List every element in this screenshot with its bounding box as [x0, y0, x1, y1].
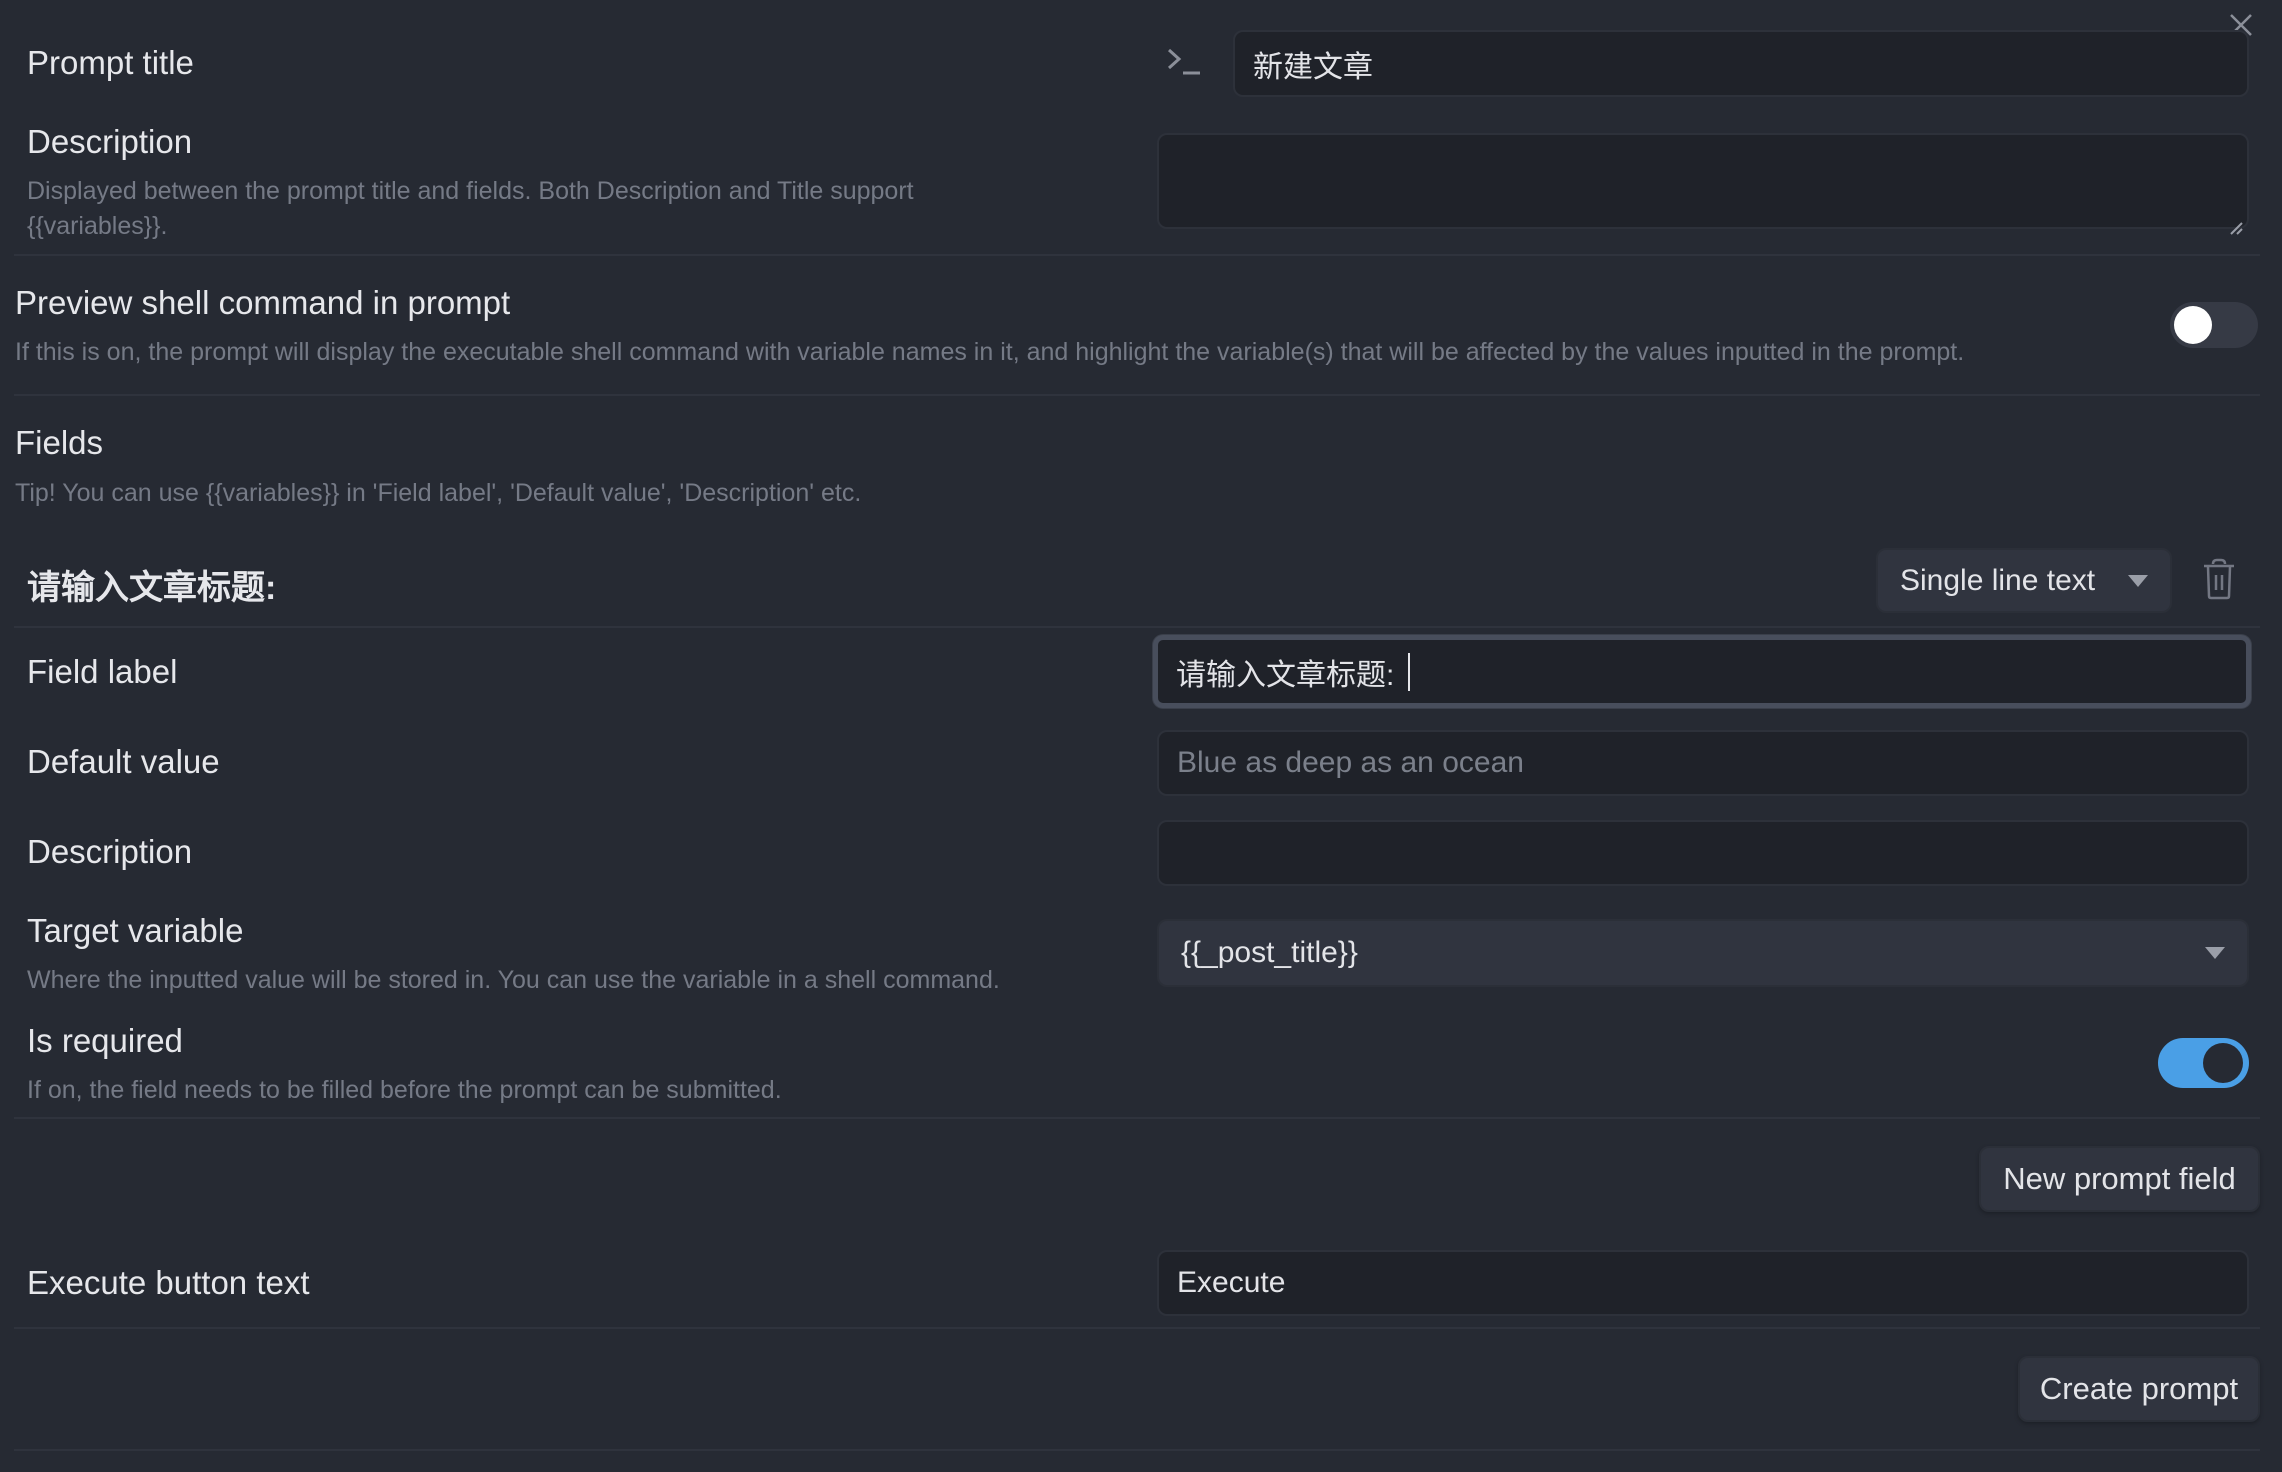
execute-button-text-input[interactable]: Execute: [1157, 1250, 2249, 1316]
default-value-input[interactable]: Blue as deep as an ocean: [1157, 730, 2249, 796]
fields-tip: Tip! You can use {{variables}} in 'Field…: [15, 479, 862, 507]
chevron-down-icon: [2128, 574, 2148, 587]
is-required-toggle[interactable]: [2158, 1038, 2249, 1088]
target-variable-help: Where the inputted value will be stored …: [27, 966, 1000, 994]
separator: [14, 626, 2260, 628]
prompt-title-value: 新建文章: [1253, 50, 1373, 84]
preview-shell-help: If this is on, the prompt will display t…: [15, 338, 1965, 366]
preview-shell-label: Preview shell command in prompt: [15, 284, 511, 321]
target-variable-value: {{_post_title}}: [1181, 936, 1358, 969]
separator: [14, 1449, 2260, 1451]
trash-icon[interactable]: [2202, 558, 2236, 600]
execute-button-text-label: Execute button text: [27, 1264, 310, 1301]
field-label-value: 请输入文章标题:: [1176, 658, 1395, 692]
field-heading: 请输入文章标题:: [27, 569, 277, 607]
chevron-down-icon: [2205, 947, 2225, 959]
field-type-select[interactable]: Single line text: [1876, 548, 2172, 613]
default-value-label: Default value: [27, 743, 220, 780]
separator: [14, 254, 2260, 256]
resize-handle-icon[interactable]: [2229, 209, 2243, 235]
field-description-input[interactable]: [1157, 820, 2249, 886]
prompt-title-label: Prompt title: [27, 44, 194, 81]
target-variable-select[interactable]: {{_post_title}}: [1157, 919, 2249, 987]
execute-button-text-value: Execute: [1177, 1266, 1286, 1299]
target-variable-label: Target variable: [27, 912, 244, 949]
separator: [14, 1117, 2260, 1119]
new-prompt-field-button[interactable]: New prompt field: [1979, 1146, 2260, 1212]
terminal-icon: [1166, 46, 1202, 78]
default-value-placeholder: Blue as deep as an ocean: [1177, 746, 1524, 779]
toggle-knob: [2203, 1043, 2243, 1083]
field-label-label: Field label: [27, 653, 178, 690]
description-textarea[interactable]: [1157, 133, 2249, 235]
separator: [14, 394, 2260, 396]
prompt-title-input[interactable]: 新建文章: [1233, 30, 2249, 97]
preview-shell-toggle[interactable]: [2170, 302, 2258, 348]
field-label-input[interactable]: 请输入文章标题:: [1153, 635, 2251, 708]
description-help: Displayed between the prompt title and f…: [27, 177, 914, 240]
text-cursor: [1408, 652, 1411, 691]
field-description-label: Description: [27, 833, 193, 870]
field-type-value: Single line text: [1900, 563, 2096, 597]
is-required-help: If on, the field needs to be filled befo…: [27, 1076, 782, 1104]
fields-heading: Fields: [15, 424, 104, 461]
toggle-knob: [2174, 306, 2212, 344]
is-required-label: Is required: [27, 1022, 183, 1059]
separator: [14, 1327, 2260, 1329]
description-label: Description: [27, 123, 193, 160]
create-prompt-button[interactable]: Create prompt: [2018, 1356, 2260, 1422]
